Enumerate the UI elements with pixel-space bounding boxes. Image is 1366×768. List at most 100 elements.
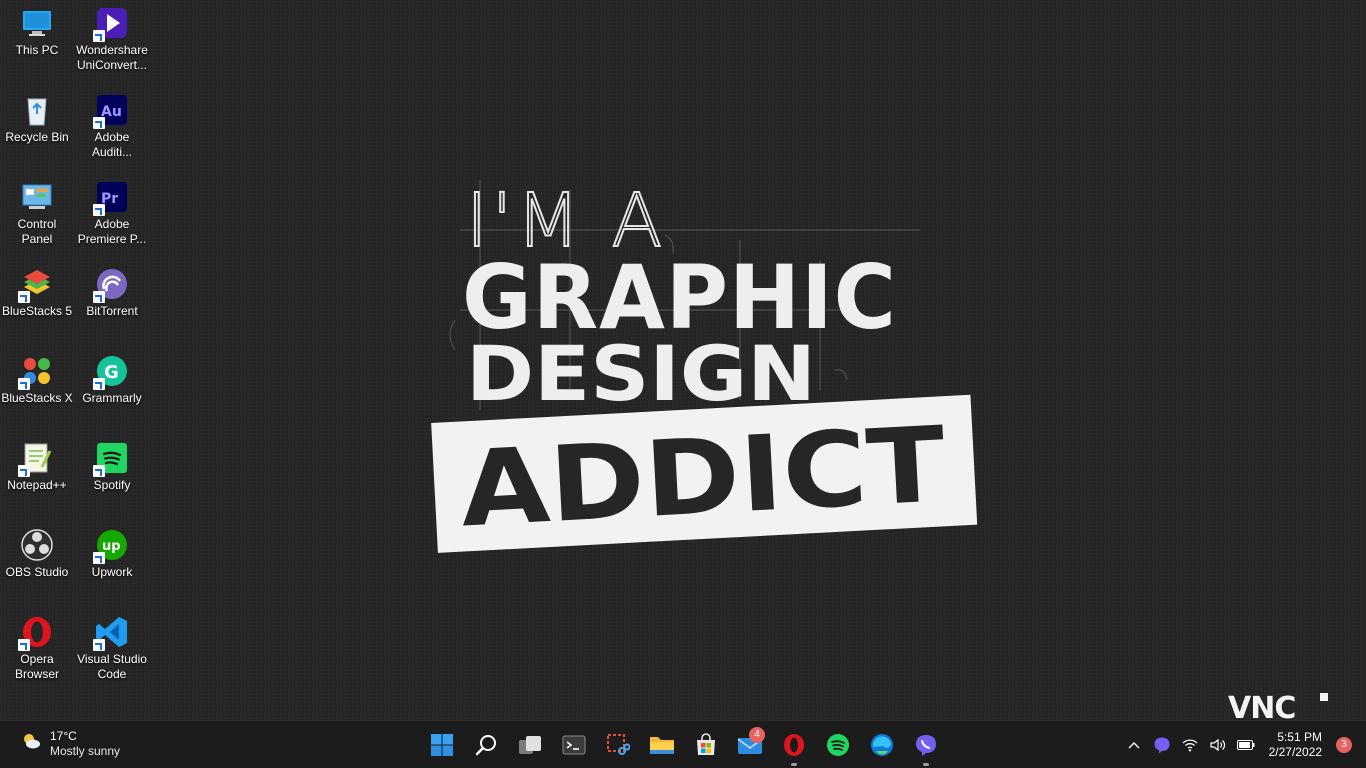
- system-tray: 5:51 PM 2/27/2022 3: [1123, 721, 1352, 768]
- wifi-button[interactable]: [1179, 734, 1201, 756]
- battery-icon: [1236, 740, 1255, 750]
- weather-temperature: 17°C: [50, 729, 77, 743]
- viber-taskbar-button[interactable]: [904, 721, 948, 768]
- viber-icon: [1154, 737, 1170, 754]
- adobe-audition-icon: Au: [93, 93, 129, 129]
- weather-condition: Mostly sunny: [50, 744, 121, 758]
- opera-icon: [784, 734, 804, 756]
- task-view-button[interactable]: [508, 721, 552, 768]
- desktop-icon-label: Spotify: [93, 478, 131, 492]
- control-panel-icon: [20, 180, 54, 214]
- shortcut-arrow-icon: [93, 291, 105, 303]
- task-view-icon: [519, 736, 541, 754]
- desktop-icon-label: Notepad++: [7, 478, 67, 492]
- mail-button[interactable]: 4: [728, 721, 772, 768]
- desktop-icon-label: This PC: [15, 43, 59, 57]
- running-indicator: [791, 763, 797, 766]
- clock-time: 5:51 PM: [1277, 730, 1322, 744]
- desktop-icon-label: Recycle Bin: [5, 130, 69, 144]
- viber-tray-button[interactable]: [1151, 734, 1173, 756]
- snipping-tool-icon: [607, 734, 630, 755]
- upwork-icon: up: [93, 528, 129, 564]
- clock[interactable]: 5:51 PM 2/27/2022: [1269, 730, 1322, 760]
- store-icon: [697, 733, 715, 755]
- desktop-icon-label: Wondershare UniConvert...: [76, 43, 148, 72]
- spotify-icon: [827, 734, 849, 756]
- shortcut-arrow-icon: [93, 204, 105, 216]
- desktop-icon-label: OBS Studio: [5, 565, 69, 579]
- wallpaper-line-4: ADDICT: [457, 403, 948, 550]
- terminal-button[interactable]: [552, 721, 596, 768]
- desktop-icon-opera[interactable]: Opera Browser: [0, 615, 74, 682]
- desktop-icon-label: BlueStacks X: [1, 391, 73, 405]
- desktop-icon-recycle-bin[interactable]: Recycle Bin: [0, 93, 74, 145]
- volume-icon: [1210, 738, 1225, 752]
- desktop-icon-label: Visual Studio Code: [77, 652, 147, 681]
- shortcut-arrow-icon: [93, 639, 105, 651]
- bittorrent-icon: [93, 267, 129, 303]
- shortcut-arrow-icon: [18, 465, 30, 477]
- desktop-icon-adobe-audition[interactable]: Au Adobe Auditi...: [75, 93, 149, 160]
- shortcut-arrow-icon: [93, 117, 105, 129]
- recycle-bin-icon: [20, 93, 54, 127]
- adobe-premiere-icon: Pr: [93, 180, 129, 216]
- notification-badge[interactable]: 3: [1336, 737, 1352, 753]
- weather-widget[interactable]: 17°C Mostly sunny: [20, 729, 120, 758]
- desktop-icon-vscode[interactable]: Visual Studio Code: [75, 615, 149, 682]
- wallpaper-line-3: DESIGN: [466, 329, 816, 418]
- bluestacks5-icon: [18, 267, 54, 303]
- shortcut-arrow-icon: [93, 465, 105, 477]
- opera-taskbar-button[interactable]: [772, 721, 816, 768]
- viber-icon: [916, 735, 936, 756]
- shortcut-arrow-icon: [18, 378, 30, 390]
- chevron-up-icon: [1128, 742, 1140, 749]
- shortcut-arrow-icon: [93, 552, 105, 564]
- wifi-icon: [1182, 739, 1198, 752]
- folder-icon: [650, 737, 674, 754]
- svg-text:G: G: [104, 362, 119, 383]
- desktop-icon-bluestacks5[interactable]: BlueStacks 5: [0, 267, 74, 319]
- battery-button[interactable]: [1235, 734, 1257, 756]
- spotify-icon: [93, 441, 129, 477]
- shortcut-arrow-icon: [93, 30, 105, 42]
- svg-text:VNC: VNC: [1228, 691, 1295, 721]
- desktop-icon-label: Opera Browser: [14, 652, 59, 681]
- taskbar: 17°C Mostly sunny 4 5:51 PM 2/27/2022 3: [0, 720, 1366, 768]
- edge-taskbar-button[interactable]: [860, 721, 904, 768]
- partly-sunny-icon: [20, 730, 42, 757]
- desktop-icon-label: Control Panel: [17, 217, 57, 246]
- volume-button[interactable]: [1207, 734, 1229, 756]
- desktop-icon-label: Upwork: [91, 565, 133, 579]
- obs-icon: [20, 528, 54, 562]
- desktop-icon-this-pc[interactable]: This PC: [0, 6, 74, 58]
- desktop-icon-bittorrent[interactable]: BitTorrent: [75, 267, 149, 319]
- desktop-icon-spotify[interactable]: Spotify: [75, 441, 149, 493]
- shortcut-arrow-icon: [93, 378, 105, 390]
- desktop-icon-obs[interactable]: OBS Studio: [0, 528, 74, 580]
- windows-start-icon: [431, 734, 453, 756]
- snipping-tool-button[interactable]: [596, 721, 640, 768]
- desktop-icon-upwork[interactable]: up Upwork: [75, 528, 149, 580]
- start-button[interactable]: [420, 721, 464, 768]
- spotify-taskbar-button[interactable]: [816, 721, 860, 768]
- shortcut-arrow-icon: [18, 639, 30, 651]
- shortcut-arrow-icon: [18, 291, 30, 303]
- microsoft-store-button[interactable]: [684, 721, 728, 768]
- terminal-icon: [562, 735, 586, 755]
- desktop-icon-adobe-premiere[interactable]: Pr Adobe Premiere P...: [75, 180, 149, 247]
- desktop-icon-control-panel[interactable]: Control Panel: [0, 180, 74, 247]
- notepadpp-icon: [18, 441, 54, 477]
- desktop-icon-notepadpp[interactable]: Notepad++: [0, 441, 74, 493]
- wallpaper-artwork: I'M A GRAPHIC DESIGN ADDICT: [420, 160, 1000, 560]
- this-pc-icon: [20, 6, 54, 40]
- show-hidden-icons-button[interactable]: [1123, 734, 1145, 756]
- mail-badge: 4: [749, 727, 765, 743]
- running-indicator: [923, 763, 929, 766]
- desktop-icon-label: BitTorrent: [86, 304, 138, 318]
- search-button[interactable]: [464, 721, 508, 768]
- vscode-icon: [93, 615, 129, 651]
- desktop-icon-grammarly[interactable]: G Grammarly: [75, 354, 149, 406]
- file-explorer-button[interactable]: [640, 721, 684, 768]
- desktop-icon-bluestacks-x[interactable]: BlueStacks X: [0, 354, 74, 406]
- desktop-icon-wondershare[interactable]: Wondershare UniConvert...: [75, 6, 149, 73]
